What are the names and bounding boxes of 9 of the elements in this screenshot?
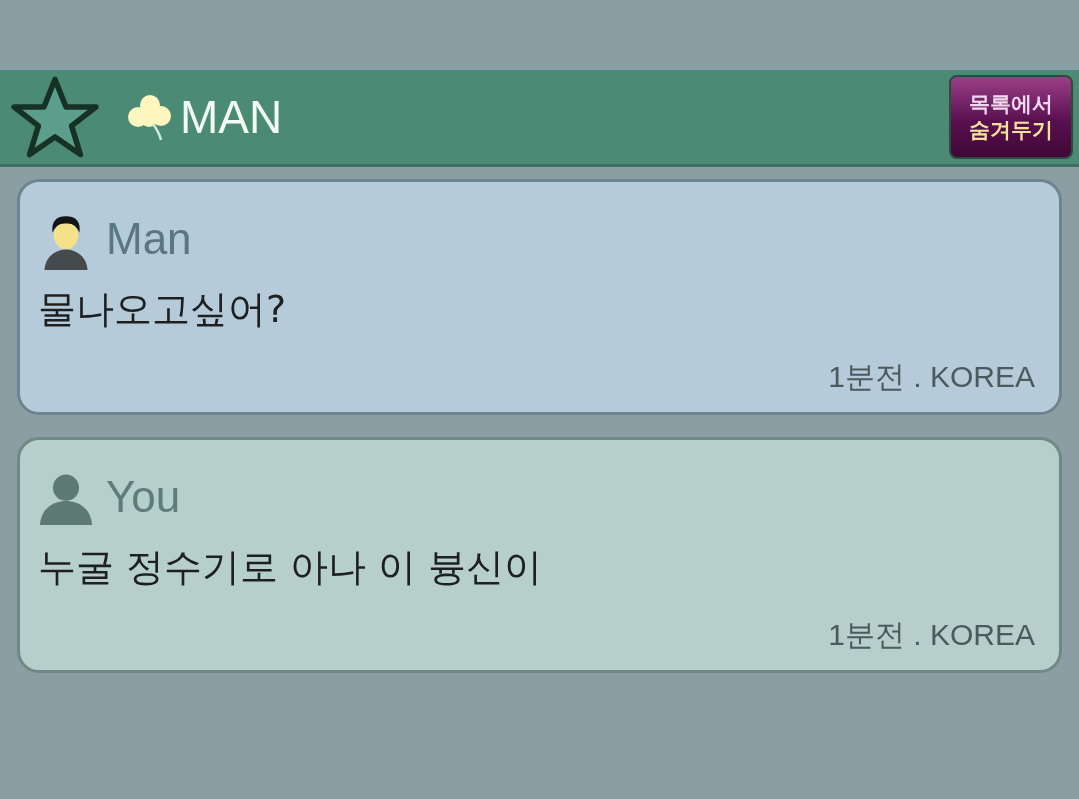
- message-text: 물나오고싶어?: [38, 286, 288, 333]
- message-time: 1분전 . KOREA: [828, 618, 1035, 651]
- sender-name: Man: [106, 214, 192, 264]
- star-icon[interactable]: [10, 75, 100, 159]
- message-time: 1분전 . KOREA: [828, 360, 1035, 393]
- sender-name: You: [106, 472, 181, 522]
- hide-from-list-button[interactable]: 목록에서 숨겨두기: [949, 75, 1073, 159]
- message-text: 누굴 정수기로 아나 이 븅신이: [38, 544, 544, 591]
- chat-title: MAN: [180, 90, 283, 144]
